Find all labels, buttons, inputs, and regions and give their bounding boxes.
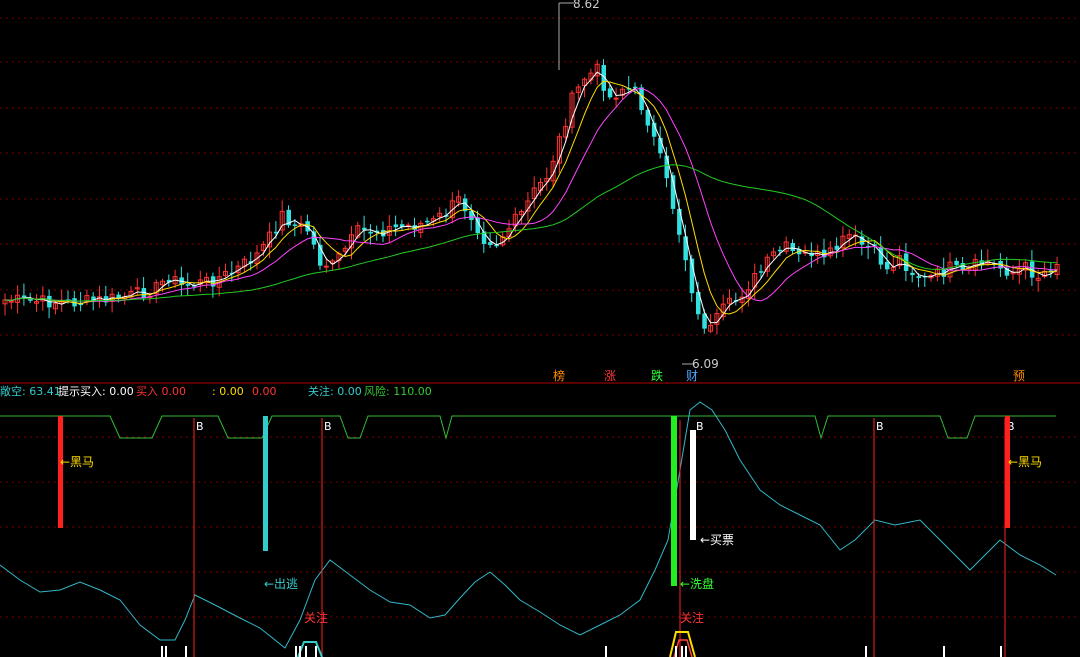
- candle-body: [777, 249, 783, 252]
- ma-line-long: [4, 87, 1058, 302]
- annotation: ←黑马: [60, 455, 94, 469]
- indicator-label: 提示买入: 0.00: [58, 385, 134, 398]
- oscillator-line: [0, 401, 1057, 649]
- high-price-label: 8.62: [573, 0, 600, 11]
- b-marker: B: [324, 420, 332, 433]
- indicator-label: : 0.00: [212, 385, 244, 398]
- candle-body: [613, 97, 619, 100]
- annotation: ←买票: [700, 533, 734, 547]
- indicator-panel[interactable]: B B B B B←黑马←出逃关注←买票←洗盘关注←黑马: [0, 401, 1057, 657]
- indicator-label: 买入 0.00: [136, 385, 186, 398]
- candle-body: [633, 86, 638, 89]
- annotation: ←洗盘: [680, 576, 714, 591]
- candle-body: [759, 271, 764, 273]
- candle-body: [607, 88, 613, 98]
- b-marker: B: [876, 420, 884, 433]
- b-marker: B: [696, 420, 704, 433]
- candle-body: [916, 276, 921, 278]
- annotation: 关注: [304, 610, 328, 625]
- candle-body: [21, 295, 27, 298]
- candle-body: [488, 242, 493, 246]
- event-marker: 预: [1013, 369, 1025, 383]
- event-marker: 榜: [553, 368, 565, 383]
- indicator-label: 关注: 0.00: [308, 384, 362, 398]
- indicator-header: 敞空: 63.41提示买入: 0.00 买入 0.00 : 0.00 0.00 关注:…: [0, 384, 432, 398]
- annotation: ←出逃: [264, 577, 298, 591]
- candle-body: [910, 272, 915, 276]
- annotation: 关注: [680, 610, 704, 625]
- stock-chart: 8.626.09榜涨跌财预 敞空: 63.41提示买入: 0.00 买入 0.00…: [0, 0, 1080, 657]
- risk-line: [0, 415, 1056, 440]
- candle-body: [954, 260, 959, 265]
- candle-body: [683, 236, 688, 261]
- b-marker: B: [196, 420, 204, 433]
- candle-body: [790, 243, 795, 251]
- black-horse-bar: [1005, 416, 1010, 528]
- candle-body: [393, 224, 399, 228]
- candle-body: [323, 265, 329, 268]
- indicator-label: 敞空: 63.41: [0, 384, 61, 398]
- candle-body: [425, 220, 430, 223]
- event-marker: 涨: [604, 368, 616, 383]
- annotation: ←黑马: [1008, 455, 1042, 469]
- event-marker: 跌: [651, 368, 663, 383]
- candle-body: [677, 208, 682, 235]
- main-price-panel[interactable]: 8.626.09榜涨跌财预: [2, 0, 1060, 383]
- candle-body: [885, 261, 890, 270]
- attention-shape: [297, 641, 323, 657]
- candle-body: [292, 224, 298, 226]
- event-marker: 财: [686, 369, 698, 383]
- indicator-label: 风险: 110.00: [364, 384, 432, 398]
- shakeout-bar: [671, 416, 677, 586]
- candle-body: [28, 299, 33, 301]
- black-horse-bar: [58, 416, 63, 528]
- buy-ticket-bar: [690, 430, 696, 540]
- escape-bar: [263, 416, 268, 551]
- grid-lines: [0, 17, 1080, 618]
- candle-body: [368, 231, 373, 234]
- candle-body: [185, 284, 191, 286]
- indicator-label: 0.00: [252, 385, 277, 398]
